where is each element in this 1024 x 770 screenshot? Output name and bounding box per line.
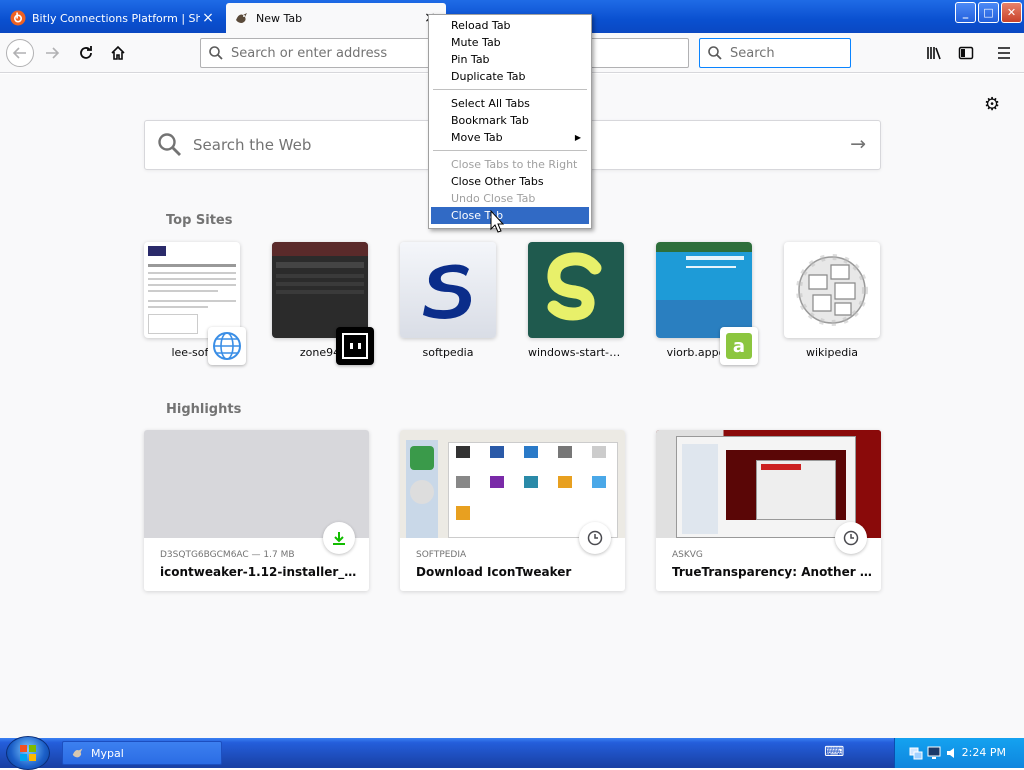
web-search-placeholder: Search the Web	[193, 136, 312, 154]
highlight-title: TrueTransparency: Another Free...	[672, 565, 872, 579]
arrow-right-icon[interactable]: →	[850, 133, 866, 155]
close-window-button[interactable]: ✕	[1001, 2, 1022, 23]
apponic-logo-icon: a	[720, 327, 758, 365]
download-icon	[323, 522, 355, 554]
menu-item-close-tab[interactable]: Close Tab	[431, 207, 589, 224]
home-icon	[111, 45, 125, 60]
top-site-tile[interactable]: wikipedia	[784, 242, 880, 359]
tab-close-icon[interactable]: ×	[200, 10, 216, 26]
taskbar-item-mypal[interactable]: Mypal	[62, 741, 222, 765]
back-button[interactable]	[6, 39, 34, 67]
highlight-title: icontweaker-1.12-installer_hbO-...	[160, 565, 360, 579]
clock-icon	[835, 522, 867, 554]
menu-button[interactable]	[990, 39, 1018, 67]
menu-item-mute-tab[interactable]: Mute Tab	[431, 34, 589, 51]
top-site-tile[interactable]: a viorb.apponic	[656, 242, 758, 365]
site-thumbnail	[272, 242, 368, 338]
highlight-card[interactable]: ASKVG TrueTransparency: Another Free...	[656, 430, 881, 591]
top-site-tile[interactable]: windows-start-or...	[528, 242, 624, 359]
library-icon	[927, 47, 941, 60]
tab-title: Bitly Connections Platform | Short	[32, 11, 200, 25]
sidebar-icon	[958, 46, 974, 60]
tab-bitly[interactable]: Bitly Connections Platform | Short ×	[2, 3, 224, 33]
softpedia-logo-icon	[400, 242, 496, 338]
zone94-logo-icon	[336, 327, 374, 365]
site-label: windows-start-or...	[528, 346, 624, 359]
mypal-app-icon	[72, 748, 83, 758]
forward-button[interactable]	[38, 39, 66, 67]
tab-context-menu: Reload Tab Mute Tab Pin Tab Duplicate Ta…	[428, 14, 592, 229]
menu-item-duplicate-tab[interactable]: Duplicate Tab	[431, 68, 589, 85]
top-site-tile[interactable]: lee-soft	[144, 242, 246, 365]
monitor-icon[interactable]	[927, 746, 941, 760]
menu-item-move-tab[interactable]: Move Tab ▶	[431, 129, 589, 146]
reload-button[interactable]	[72, 39, 100, 67]
system-tray: 2:24 PM	[894, 738, 1024, 768]
network-icon[interactable]	[909, 746, 923, 760]
search-icon	[158, 133, 181, 156]
menu-item-undo-close-tab: Undo Close Tab	[451, 192, 536, 205]
site-thumbnail	[656, 242, 752, 338]
menu-item-reload-tab[interactable]: Reload Tab	[431, 17, 589, 34]
highlight-title: Download IconTweaker	[416, 565, 572, 579]
menu-item-close-tabs-right: Close Tabs to the Right	[451, 158, 578, 171]
maximize-button[interactable]: □	[978, 2, 999, 23]
reload-icon	[80, 46, 92, 59]
search-placeholder: Search	[730, 45, 775, 61]
bitly-favicon-icon	[10, 10, 26, 26]
volume-icon[interactable]	[945, 746, 959, 760]
top-site-tile[interactable]: zone94	[272, 242, 374, 365]
arrow-left-icon	[12, 47, 26, 59]
highlight-meta: SOFTPEDIA	[416, 550, 467, 560]
submenu-arrow-icon: ▶	[574, 133, 581, 142]
address-placeholder: Search or enter address	[231, 45, 388, 61]
site-thumbnail	[144, 242, 240, 338]
menu-item-close-other-tabs[interactable]: Close Other Tabs	[431, 173, 589, 190]
wikipedia-globe-icon	[784, 242, 880, 338]
windows-start-logo-icon	[528, 242, 624, 338]
taskbar: Mypal ⌨ 2:24 PM	[0, 736, 1024, 770]
library-button[interactable]	[920, 39, 948, 67]
windows-logo-icon	[20, 745, 36, 761]
top-sites-title: Top Sites	[166, 213, 233, 228]
tab-new-tab[interactable]: New Tab ×	[226, 3, 446, 33]
highlight-card[interactable]: SOFTPEDIA Download IconTweaker	[400, 430, 625, 591]
menu-item-bookmark-tab[interactable]: Bookmark Tab	[431, 112, 589, 129]
keyboard-icon[interactable]: ⌨	[824, 744, 844, 760]
minimize-button[interactable]: _	[955, 2, 976, 23]
menu-item-pin-tab[interactable]: Pin Tab	[431, 51, 589, 68]
gear-icon[interactable]: ⚙	[984, 94, 1000, 115]
menu-separator	[433, 150, 587, 151]
start-button[interactable]	[6, 736, 50, 770]
site-label: softpedia	[422, 346, 474, 359]
sidebar-button[interactable]	[952, 39, 980, 67]
clock: 2:24 PM	[961, 746, 1006, 759]
highlight-meta: ASKVG	[672, 550, 703, 560]
highlight-card[interactable]: D3SQTG6BGCM6AC — 1.7 MB icontweaker-1.12…	[144, 430, 369, 591]
search-icon	[209, 46, 223, 60]
menu-item-label: Move Tab	[451, 131, 503, 144]
highlights-title: Highlights	[166, 402, 242, 417]
home-button[interactable]	[104, 39, 132, 67]
mypal-favicon-icon	[236, 13, 247, 23]
top-site-tile[interactable]: softpedia	[400, 242, 496, 359]
highlight-meta: D3SQTG6BGCM6AC — 1.7 MB	[160, 550, 295, 560]
menu-item-select-all-tabs[interactable]: Select All Tabs	[431, 95, 589, 112]
menu-separator	[433, 89, 587, 90]
arrow-right-icon	[46, 47, 60, 59]
hamburger-menu-icon	[998, 47, 1010, 59]
globe-icon	[208, 327, 246, 365]
clock-icon	[579, 522, 611, 554]
site-label: wikipedia	[805, 346, 858, 359]
tab-title: New Tab	[256, 11, 303, 25]
taskbar-item-label: Mypal	[91, 746, 124, 760]
search-icon	[708, 46, 722, 60]
search-bar[interactable]: Search	[699, 38, 851, 68]
mouse-cursor-icon	[490, 210, 504, 233]
